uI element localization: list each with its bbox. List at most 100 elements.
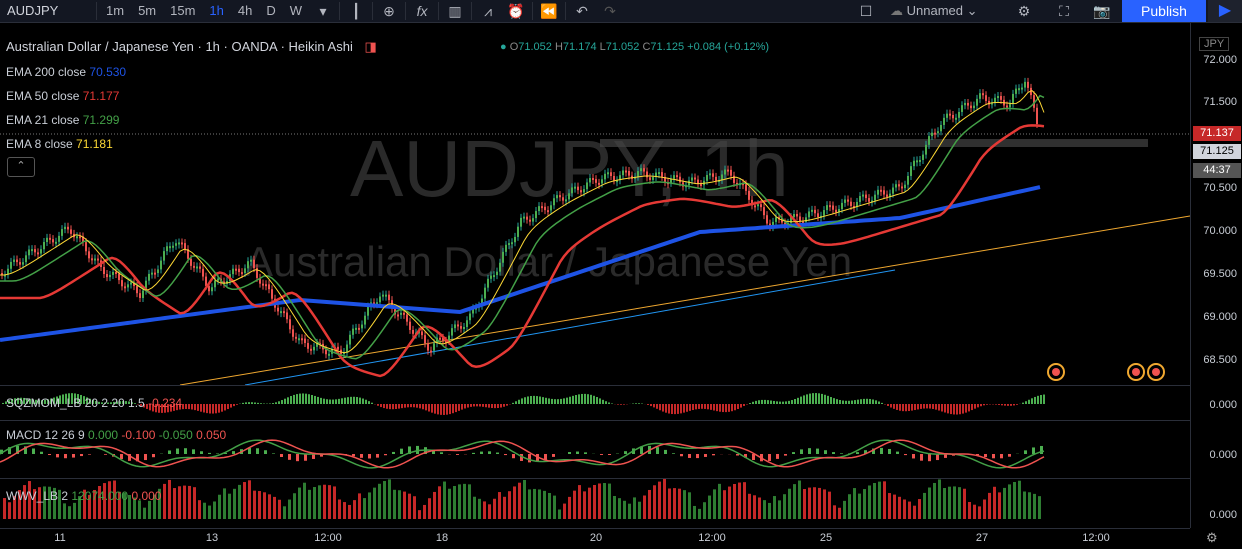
wwv-bar	[298, 488, 301, 519]
candle-body	[622, 171, 624, 176]
sqz-bar	[491, 404, 493, 408]
sqz-bar	[344, 398, 346, 404]
candle-body	[1021, 88, 1023, 90]
sqz-bar	[392, 404, 394, 409]
redo-icon[interactable]: ↷	[596, 0, 624, 22]
axis-settings-icon[interactable]: ⚙	[1206, 530, 1218, 546]
wwv-bar	[758, 497, 761, 519]
macd-legend[interactable]: MACD 12 26 9 0.000 -0.100 -0.050 0.050	[6, 428, 226, 442]
candle-body	[364, 316, 366, 325]
macd-hist-bar	[984, 454, 987, 457]
wwv-bar	[1033, 494, 1036, 519]
indicator-ema8[interactable]: EMA 8 close 71.181	[6, 137, 113, 151]
candle-body	[673, 175, 675, 179]
pane-divider[interactable]	[0, 385, 1242, 386]
sqz-bar	[296, 394, 298, 404]
sqz-bar	[785, 401, 787, 404]
sqz-bar	[593, 396, 595, 404]
wwv-bar	[783, 494, 786, 519]
candle-body	[877, 190, 879, 195]
macd-hist-bar	[1008, 454, 1011, 457]
macd-hist-bar	[40, 452, 43, 454]
candle-body	[172, 246, 174, 248]
wwv-bar	[913, 506, 916, 519]
sqz-bar	[668, 404, 670, 414]
interval-15m[interactable]: 15m	[163, 0, 202, 22]
candle-body	[52, 239, 54, 242]
sqz-bar	[857, 400, 859, 404]
fullscreen-icon[interactable]: ⛶	[1050, 0, 1078, 22]
sqz-bar	[1043, 395, 1045, 404]
interval-w[interactable]: W	[283, 0, 309, 22]
wwv-legend[interactable]: WWV_LB 2 12074.000 0.000	[6, 489, 161, 503]
indicator-ema21[interactable]: EMA 21 close 71.299	[6, 113, 119, 127]
undo-icon[interactable]: ↶	[568, 0, 596, 22]
wwv-bar	[718, 484, 721, 519]
settings-icon[interactable]: ◨	[364, 39, 376, 54]
chart-area[interactable]: AUDJPY, 1h Australian Dollar / Japanese …	[0, 23, 1190, 528]
sqz-bar	[503, 404, 505, 407]
interval-1m[interactable]: 1m	[99, 0, 131, 22]
sqz-bar	[467, 404, 469, 408]
indicator-ema50[interactable]: EMA 50 close 71.177	[6, 89, 119, 103]
chart-type-icon[interactable]: ┃	[342, 0, 370, 22]
wwv-bar	[838, 508, 841, 519]
candle-body	[679, 177, 681, 183]
sqz-bar	[932, 404, 934, 409]
wwv-bar	[743, 482, 746, 519]
sqz-bar	[524, 397, 526, 404]
sqz-bar	[182, 404, 184, 409]
sqzmom-legend[interactable]: SQZMOM_LB 20 2 20 1.5 -0.234	[6, 396, 182, 410]
interval-5m[interactable]: 5m	[131, 0, 163, 22]
macd-hist-bar	[152, 454, 155, 457]
price-chart[interactable]	[0, 23, 1190, 528]
sqz-bar	[707, 404, 709, 409]
time-axis[interactable]: 11 13 12:00 18 20 12:00 25 27 12:00	[0, 528, 1190, 549]
sqz-bar	[317, 397, 319, 404]
candle-body	[745, 184, 747, 191]
candle-body	[1036, 108, 1038, 124]
camera-icon[interactable]: 📷	[1088, 0, 1116, 22]
publish-button[interactable]: Publish	[1122, 0, 1206, 22]
financials-icon[interactable]: ▥	[441, 0, 469, 22]
symbol-search[interactable]: AUDJPY	[0, 0, 94, 22]
sqz-bar	[860, 399, 862, 404]
price-axis[interactable]: JPY 72.000 71.500 70.500 70.000 69.500 6…	[1190, 23, 1242, 528]
change-value: +0.084 (+0.12%)	[687, 41, 769, 53]
compare-icon[interactable]: ⊕	[375, 0, 403, 22]
indicators-icon[interactable]: fx	[408, 0, 436, 22]
wwv-bar	[263, 492, 266, 519]
wwv-bar	[828, 492, 831, 519]
sqz-bar	[548, 398, 550, 404]
interval-d[interactable]: D	[259, 0, 282, 22]
sqz-bar	[638, 403, 640, 404]
candle-body	[37, 252, 39, 254]
wwv-bar	[843, 501, 846, 519]
interval-dropdown-icon[interactable]: ▾	[309, 0, 337, 22]
macd-hist-bar	[208, 453, 211, 454]
sqz-bar	[965, 404, 967, 413]
pane-divider[interactable]	[0, 420, 1242, 421]
wwv-bar	[218, 495, 221, 519]
settings-gear-icon[interactable]: ⚙	[1010, 0, 1038, 22]
alert-icon[interactable]: ⏰	[502, 0, 530, 22]
pane-divider[interactable]	[0, 478, 1242, 479]
candle-body	[907, 176, 909, 185]
replay-icon[interactable]: ⏪	[535, 0, 563, 22]
interval-1h[interactable]: 1h	[202, 0, 230, 22]
play-icon[interactable]: ▶	[1208, 0, 1242, 22]
sqz-bar	[425, 404, 427, 410]
candle-body	[196, 266, 198, 268]
interval-4h[interactable]: 4h	[231, 0, 259, 22]
collapse-legend-button[interactable]: ⌃	[7, 157, 35, 177]
sqz-bar	[515, 401, 517, 404]
low-value: 71.052	[606, 41, 640, 53]
templates-icon[interactable]: ⩘	[474, 0, 502, 22]
candle-body	[283, 311, 285, 313]
layout-selector[interactable]: ☁ Unnamed ⌄	[890, 0, 978, 22]
candle-body	[388, 295, 390, 301]
select-checkbox-icon[interactable]: ☐	[852, 0, 880, 22]
sqz-bar	[806, 394, 808, 404]
sqz-bar	[236, 404, 238, 405]
indicator-ema200[interactable]: EMA 200 close 70.530	[6, 65, 126, 79]
